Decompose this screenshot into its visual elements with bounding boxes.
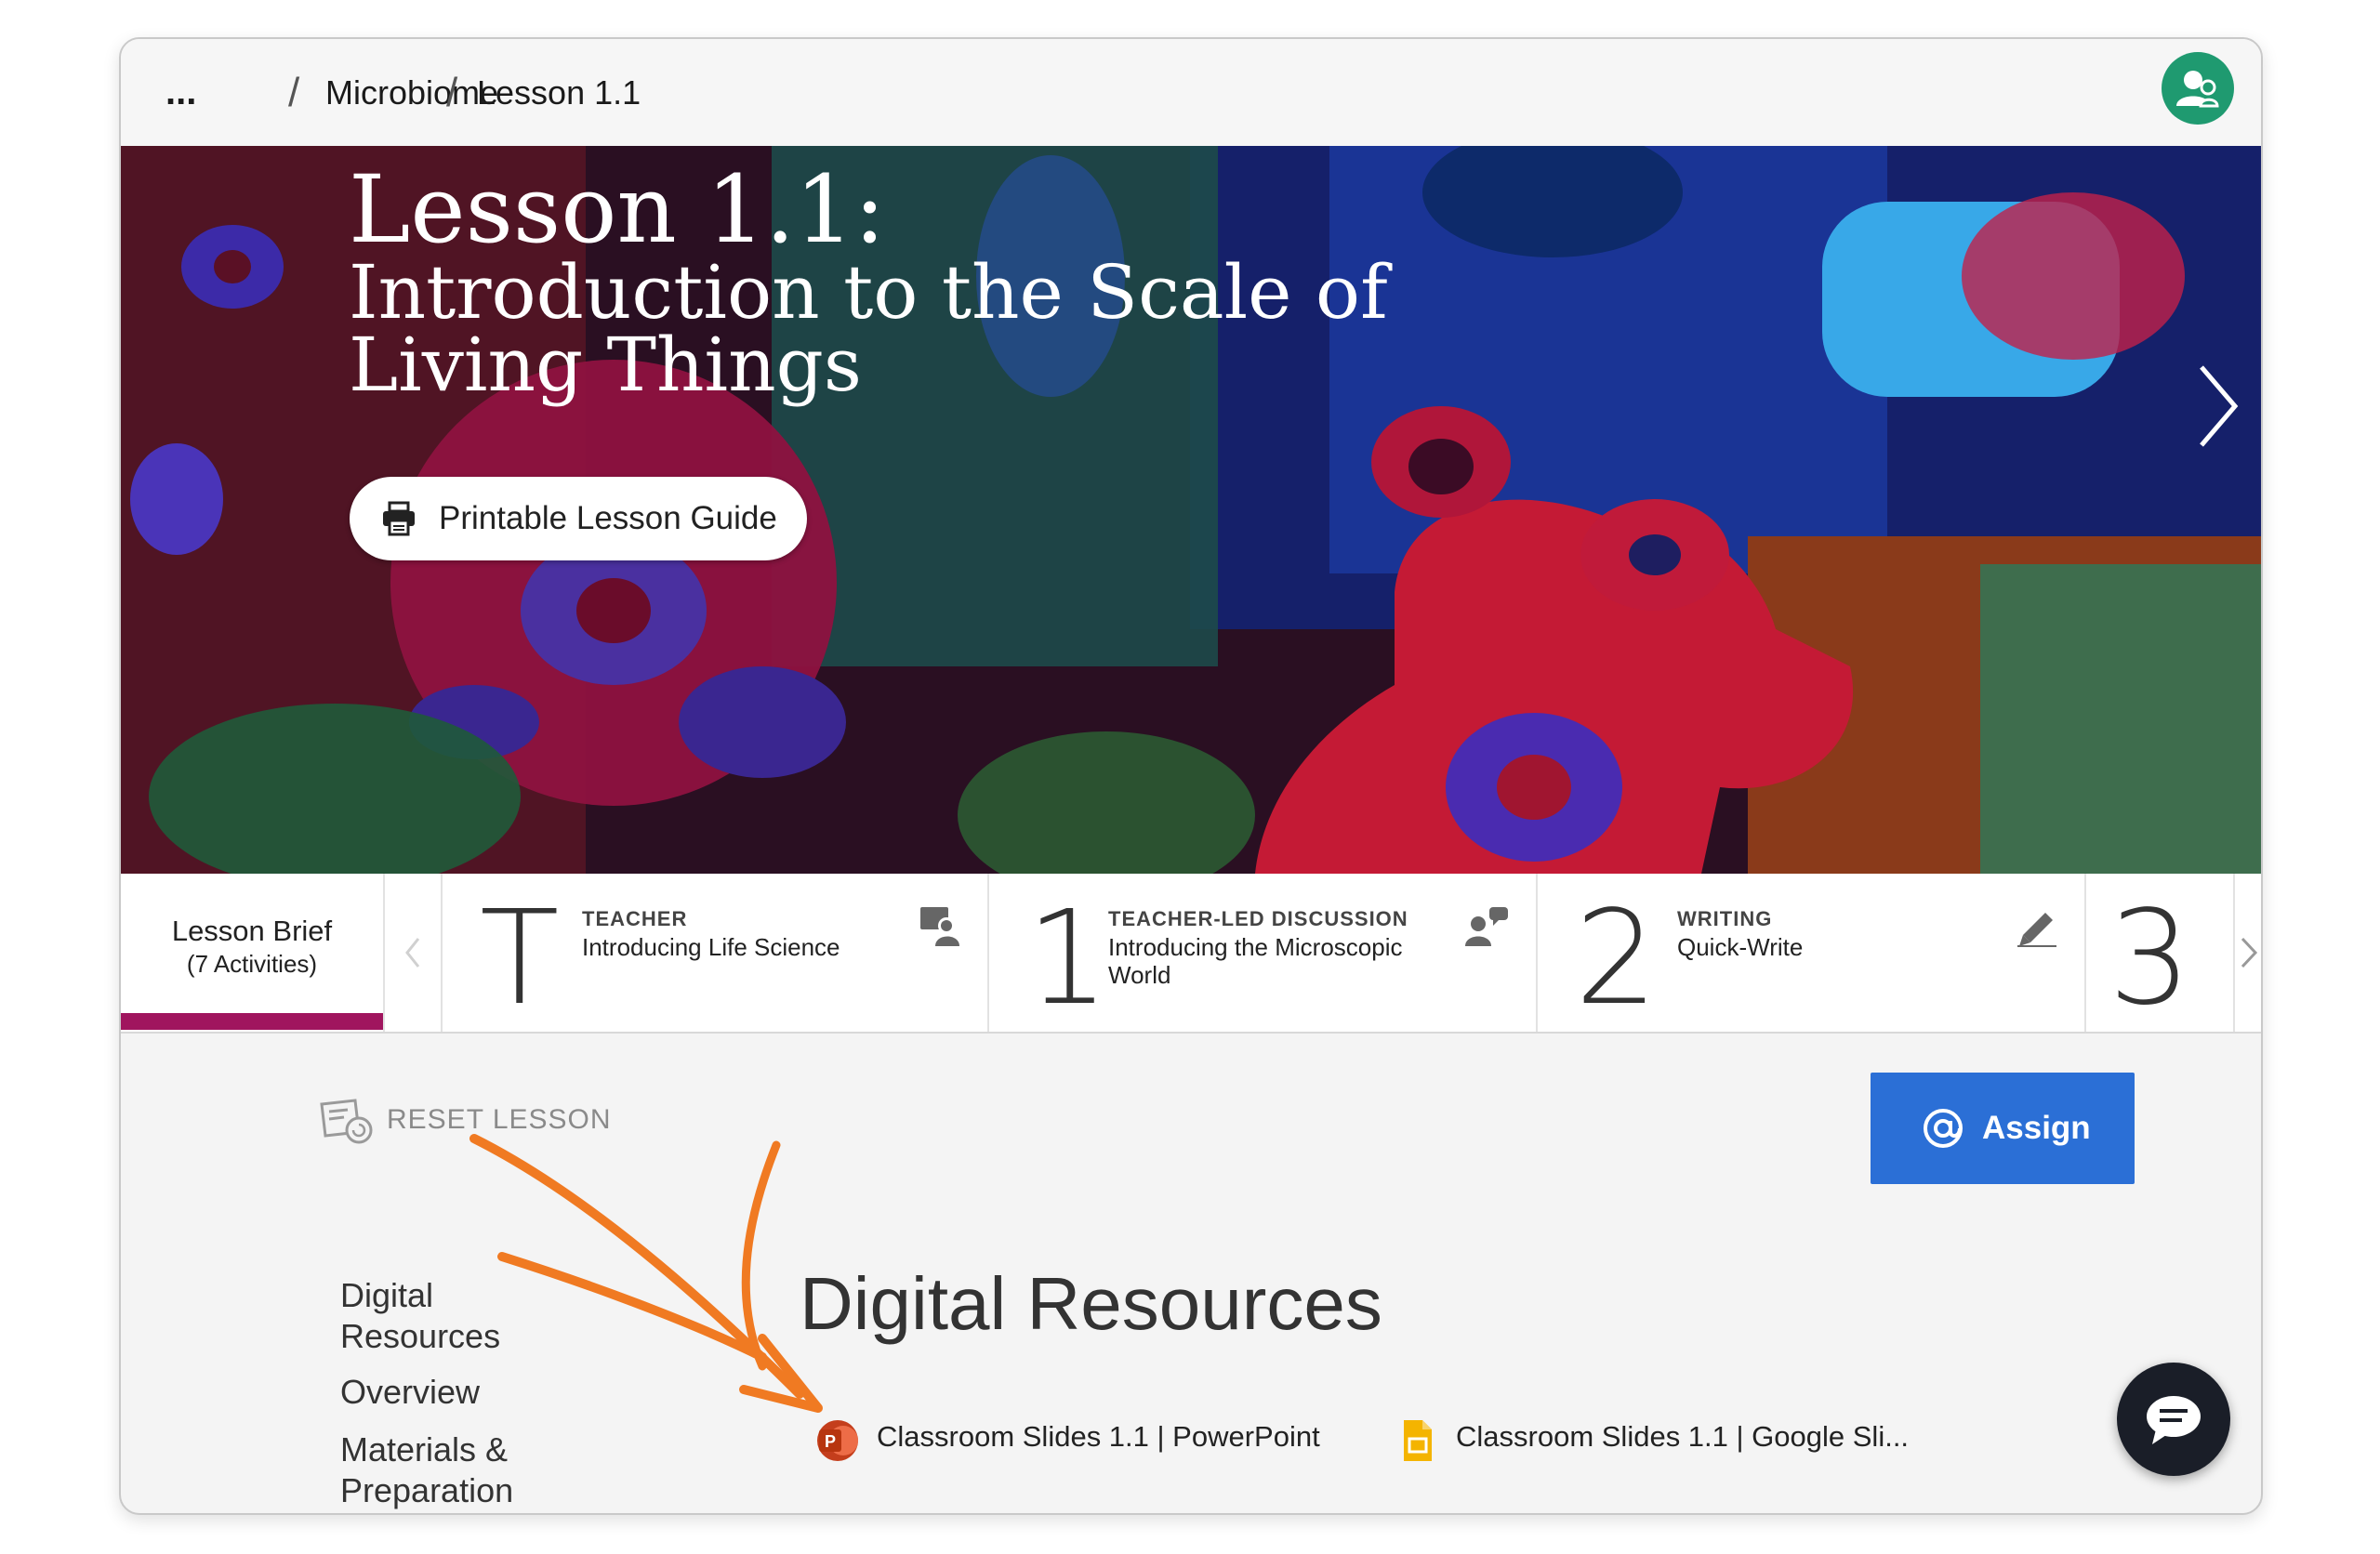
lesson-number-title: Lesson 1.1: — [349, 155, 886, 264]
user-group-icon — [2176, 71, 2219, 108]
breadcrumb-separator: / — [288, 70, 300, 115]
printable-lesson-guide-label: Printable Lesson Guide — [439, 500, 777, 536]
assign-button[interactable]: Assign — [1871, 1073, 2135, 1184]
breadcrumb-separator: / — [446, 70, 458, 115]
lesson-hero-banner: Lesson 1.1: Introduction to the Scale of… — [121, 146, 2261, 874]
app-window: ... / Microbiome / Lesson 1.1 Lesson 1.1… — [119, 37, 2263, 1515]
nav-item-digital-resources[interactable]: Resources — [340, 1316, 500, 1357]
nav-item-digital-resources[interactable]: Digital — [340, 1275, 433, 1316]
reset-lesson-label: RESET LESSON — [387, 1104, 612, 1135]
tab-activity-3[interactable]: 3 — [2084, 874, 2235, 1034]
breadcrumb-microbiome[interactable]: Microbiome — [325, 39, 498, 146]
svg-text:P: P — [825, 1432, 836, 1451]
activity-name: Introducing the Microscopic World — [1108, 933, 1403, 989]
pencil-icon — [2017, 913, 2056, 947]
activity-name: Introducing Life Science — [582, 933, 840, 961]
discussion-icon — [1465, 907, 1508, 946]
activity-name: Quick-Write — [1677, 933, 1804, 961]
top-bar: ... / Microbiome / Lesson 1.1 — [121, 39, 2261, 146]
lesson-title-line: Introduction to the Scale of — [349, 249, 1388, 336]
chevron-left-icon — [405, 938, 420, 968]
tabs-next-button[interactable] — [2233, 874, 2261, 1032]
nav-item-materials-preparation[interactable]: Materials & — [340, 1429, 508, 1470]
activity-number: 1 — [1026, 883, 1110, 1034]
lesson-brief-count: (7 Activities) — [186, 950, 318, 978]
lesson-brief-label: Lesson Brief — [171, 915, 333, 947]
chat-bubble-icon — [2147, 1396, 2201, 1444]
teacher-presentation-icon — [920, 907, 959, 946]
tabs-prev-button[interactable] — [383, 874, 443, 1032]
tab-activity-teacher[interactable]: T TEACHER Introducing Life Science — [441, 874, 989, 1034]
user-avatar[interactable] — [2162, 52, 2234, 125]
printable-lesson-guide-button[interactable]: Printable Lesson Guide — [350, 477, 807, 560]
activity-tabs: Lesson Brief (7 Activities) T TEACHER In… — [121, 874, 2261, 1034]
active-tab-indicator — [121, 1013, 383, 1030]
chat-button[interactable] — [2117, 1363, 2230, 1476]
nav-item-materials-preparation[interactable]: Preparation — [340, 1470, 513, 1511]
resource-label: Classroom Slides 1.1 | PowerPoint — [877, 1420, 1320, 1453]
activity-type: WRITING — [1677, 907, 1773, 930]
activity-number: 2 — [1575, 883, 1659, 1034]
printer-icon — [383, 501, 415, 536]
activity-number: 3 — [2109, 883, 2192, 1034]
reset-lesson-icon — [320, 1099, 373, 1144]
lesson-title-line: Living Things — [349, 322, 862, 408]
resource-label: Classroom Slides 1.1 | Google Sli... — [1456, 1420, 1910, 1453]
chevron-right-icon[interactable] — [2194, 360, 2241, 453]
google-slides-icon — [1404, 1420, 1432, 1461]
tab-activity-2[interactable]: 2 WRITING Quick-Write — [1536, 874, 2086, 1034]
breadcrumb-more-button[interactable]: ... — [165, 39, 196, 146]
assign-label: Assign — [1982, 1110, 2091, 1146]
tab-lesson-brief[interactable]: Lesson Brief (7 Activities) — [121, 874, 383, 1032]
at-sign-icon — [1924, 1109, 1963, 1148]
activity-type: TEACHER-LED DISCUSSION — [1108, 907, 1408, 930]
powerpoint-icon: P — [817, 1420, 858, 1461]
chevron-right-icon — [2241, 937, 2258, 968]
breadcrumb-lesson[interactable]: Lesson 1.1 — [477, 39, 641, 146]
tab-activity-1[interactable]: 1 TEACHER-LED DISCUSSION Introducing the… — [987, 874, 1538, 1034]
activity-number: T — [480, 883, 560, 1034]
activity-type: TEACHER — [582, 907, 688, 930]
digital-resources-heading: Digital Resources — [800, 1262, 1382, 1345]
nav-item-overview[interactable]: Overview — [340, 1372, 480, 1413]
reset-lesson-button[interactable]: RESET LESSON — [318, 1099, 611, 1151]
